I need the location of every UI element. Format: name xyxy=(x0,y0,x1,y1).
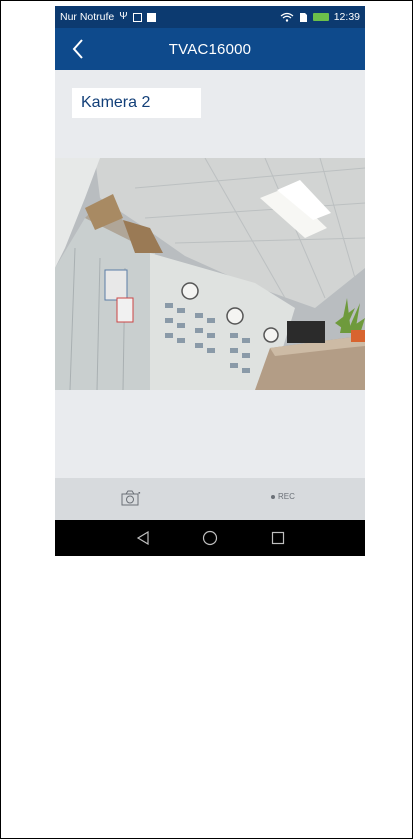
back-button[interactable] xyxy=(65,36,91,62)
bottom-toolbar: REC xyxy=(55,478,365,520)
app-title: TVAC16000 xyxy=(168,40,252,58)
nav-back-button[interactable] xyxy=(133,528,153,548)
wifi-icon xyxy=(280,12,294,22)
rec-dot-icon xyxy=(271,494,275,499)
nav-recents-button[interactable] xyxy=(268,528,288,548)
carrier-label: Nur Notrufe xyxy=(60,11,115,23)
status-bar: Nur Notrufe Ψ 12:39 xyxy=(55,6,365,28)
notification-icon xyxy=(146,12,156,22)
chevron-left-icon xyxy=(72,39,83,59)
usb-icon: Ψ xyxy=(119,11,128,22)
home-circle-icon xyxy=(202,530,218,546)
camera-icon xyxy=(121,490,141,506)
sim-icon xyxy=(299,12,307,22)
snapshot-button[interactable] xyxy=(119,487,143,509)
video-feed[interactable] xyxy=(55,158,365,390)
system-nav-bar xyxy=(55,520,365,556)
camera-name-label: Kamera 2 xyxy=(72,88,201,118)
camera-image xyxy=(55,158,365,390)
recents-square-icon xyxy=(271,531,285,545)
phone-screen: Nur Notrufe Ψ 12:39 TVAC16000 Kamera 2 R… xyxy=(55,6,365,556)
rec-button[interactable]: REC xyxy=(271,492,295,501)
image-icon xyxy=(132,12,142,22)
rec-label: REC xyxy=(278,492,295,501)
status-time: 12:39 xyxy=(333,11,360,23)
back-triangle-icon xyxy=(136,531,149,545)
nav-home-button[interactable] xyxy=(200,528,220,548)
battery-icon xyxy=(312,13,329,21)
app-bar: TVAC16000 xyxy=(55,28,365,70)
